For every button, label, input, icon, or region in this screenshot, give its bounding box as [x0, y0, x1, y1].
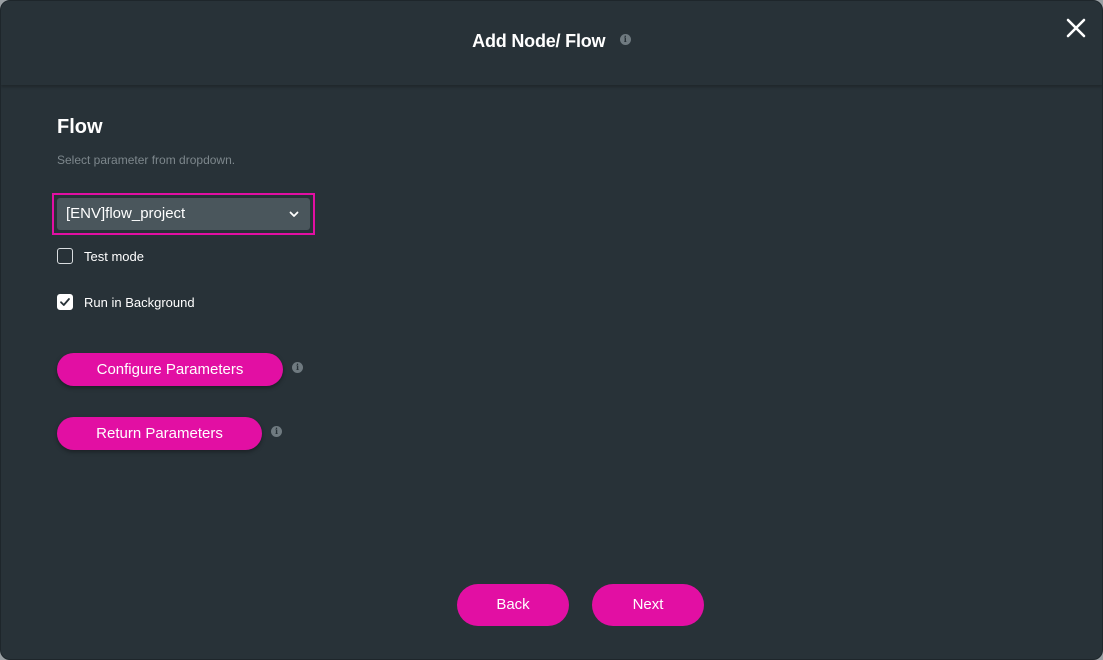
checkmark-icon	[60, 298, 70, 306]
next-button[interactable]: Next	[592, 584, 704, 626]
run-in-background-label: Run in Background	[84, 294, 195, 310]
info-icon[interactable]: i	[271, 426, 282, 437]
info-icon[interactable]: i	[292, 362, 303, 373]
flow-dropdown[interactable]: [ENV]flow_project	[57, 198, 310, 230]
return-parameters-button[interactable]: Return Parameters	[57, 417, 262, 450]
back-button[interactable]: Back	[457, 584, 569, 626]
run-in-background-option[interactable]: Run in Background	[57, 293, 195, 311]
test-mode-label: Test mode	[84, 248, 144, 264]
add-node-flow-dialog: Add Node/ Flow i Flow Select parameter f…	[0, 0, 1103, 660]
test-mode-option[interactable]: Test mode	[57, 247, 144, 265]
chevron-down-icon	[289, 211, 299, 217]
dialog-title-row: Add Node/ Flow i	[1, 31, 1102, 52]
dialog-title: Add Node/ Flow	[472, 31, 606, 51]
run-in-background-checkbox[interactable]	[57, 294, 73, 310]
flow-dropdown-highlight: [ENV]flow_project	[52, 193, 315, 235]
test-mode-checkbox[interactable]	[57, 248, 73, 264]
flow-dropdown-value: [ENV]flow_project	[66, 205, 186, 222]
dialog-header: Add Node/ Flow i	[1, 1, 1102, 85]
close-icon[interactable]	[1064, 16, 1088, 40]
flow-subtitle: Select parameter from dropdown.	[57, 153, 236, 167]
info-icon[interactable]: i	[619, 34, 631, 45]
configure-parameters-button[interactable]: Configure Parameters	[57, 353, 283, 386]
flow-heading: Flow	[57, 116, 103, 138]
